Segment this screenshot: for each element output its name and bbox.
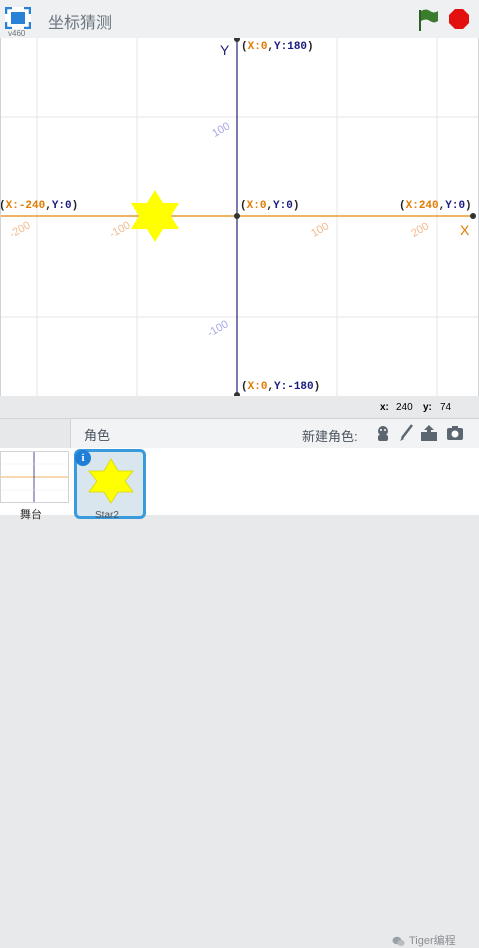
coord-label-top: (X:0,Y:180) [241,41,314,53]
stage-grid [1,38,478,396]
coord-label-left: (X:-240,Y:0) [1,200,79,212]
y-axis-name: Y [220,42,230,58]
stage-thumbnail[interactable] [0,451,69,503]
paint-brush-icon[interactable] [397,424,415,442]
mouse-y-value: 74 [440,402,452,413]
x-axis-name: X [460,222,470,238]
coord-label-bottom: (X:0,Y:-180) [241,381,321,393]
green-flag-icon[interactable] [416,8,440,32]
sprite-tile-star2[interactable]: i Star2 [74,449,146,521]
mouse-coordinates: x: 240 y: 74 [0,396,479,418]
fullscreen-icon[interactable] [5,7,31,29]
mouse-y-label: y: [423,402,432,413]
sprite-panel-header: 角色 新建角色: [0,418,479,449]
upload-icon[interactable] [420,424,438,442]
mouse-x-value: 240 [396,402,413,413]
stop-icon[interactable] [448,8,470,30]
coord-label-right: (X:240,Y:0) [399,200,472,212]
sprite-name: Star2 [95,510,119,521]
wechat-icon [392,936,405,946]
sprite-list: 舞台 i Star2 Tiger编程 [0,448,479,947]
sprite-library-icon[interactable] [374,424,392,442]
watermark: Tiger编程 [392,932,456,948]
watermark-text: Tiger编程 [409,935,456,947]
stage-tab[interactable] [0,419,71,448]
mouse-x-label: x: [380,402,389,413]
top-bar: v460 坐标猜测 [0,0,479,39]
new-sprite-label: 新建角色: [302,429,358,444]
coord-label-center: (X:0,Y:0) [240,200,300,212]
project-title: 坐标猜测 [48,15,113,32]
sprite-thumbnail-star [88,458,134,504]
sprites-title: 角色 [84,428,111,443]
camera-icon[interactable] [446,424,464,442]
stage-thumbnail-name: 舞台 [20,509,42,521]
stage[interactable]: Y X (X:0,Y:180) (X:0,Y:0) (X:-240,Y:0) (… [0,38,479,396]
version-label: v460 [8,29,26,38]
